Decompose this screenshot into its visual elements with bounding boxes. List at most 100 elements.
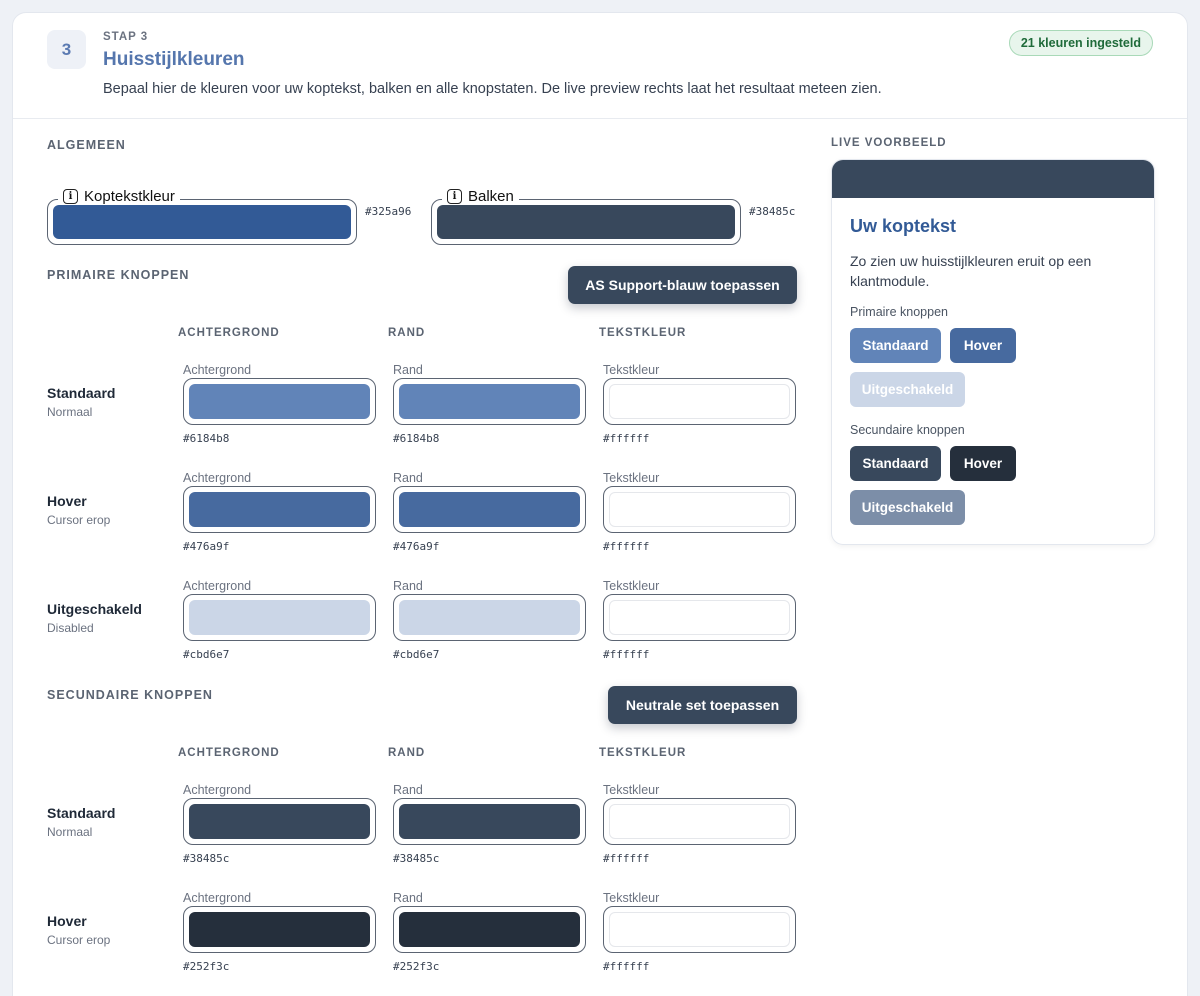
preview-text: Zo zien uw huisstijlkleuren eruit op een…: [850, 253, 1092, 289]
color-fill[interactable]: [399, 912, 580, 947]
heading-color-hex: #325a96: [365, 205, 412, 218]
border-hex-value: #252f3c: [393, 960, 440, 973]
color-fill[interactable]: [609, 492, 790, 527]
text-hex-value: #ffffff: [603, 852, 650, 865]
background-color-swatch[interactable]: [183, 906, 376, 953]
text-color-swatch[interactable]: [603, 906, 796, 953]
border-color-swatch[interactable]: [393, 798, 586, 845]
preview-primary-hover-button[interactable]: Hover: [950, 328, 1016, 363]
heading-color-swatch[interactable]: [53, 205, 351, 239]
text-field-label: Tekstkleur: [603, 579, 660, 593]
color-fill[interactable]: [399, 384, 580, 419]
border-hex-value: #cbd6e7: [393, 648, 440, 661]
color-fill[interactable]: [399, 804, 580, 839]
border-field-label: Rand: [393, 579, 423, 593]
preview-title: LIVE VOORBEELD: [831, 137, 947, 149]
apply-secondary-preset-button[interactable]: Neutrale set toepassen: [608, 686, 797, 724]
col-head-text: TEKSTKLEUR: [599, 747, 687, 759]
col-head-background: ACHTERGROND: [178, 327, 280, 339]
border-hex-value: #6184b8: [393, 432, 440, 445]
color-fill[interactable]: [609, 600, 790, 635]
step-label: STAP 3: [103, 31, 149, 43]
row-name: Uitgeschakeld: [47, 601, 142, 617]
settings-card: 3 STAP 3 Huisstijlkleuren Bepaal hier de…: [12, 12, 1188, 996]
col-head-border: RAND: [388, 747, 426, 759]
preview-primary-disabled-button: Uitgeschakeld: [850, 372, 965, 407]
status-badge: 21 kleuren ingesteld: [1008, 30, 1153, 56]
page-title: Huisstijlkleuren: [103, 49, 245, 70]
border-field-label: Rand: [393, 891, 423, 905]
heading-color-label: Koptekstkleur: [84, 188, 175, 205]
info-icon[interactable]: i: [63, 189, 78, 204]
row-name: Standaard: [47, 805, 116, 821]
row-name: Hover: [47, 493, 87, 509]
color-fill[interactable]: [189, 912, 370, 947]
border-color-swatch[interactable]: [393, 906, 586, 953]
background-field-label: Achtergrond: [183, 783, 252, 797]
background-field-label: Achtergrond: [183, 471, 252, 485]
heading-color-legend: i Koptekstkleur: [58, 188, 180, 205]
border-hex-value: #38485c: [393, 852, 440, 865]
background-color-swatch[interactable]: [183, 378, 376, 425]
preview-primary-standard-button[interactable]: Standaard: [850, 328, 941, 363]
row-subtitle: Normaal: [47, 405, 93, 419]
text-hex-value: #ffffff: [603, 540, 650, 553]
preview-secondary-disabled-button: Uitgeschakeld: [850, 490, 965, 525]
background-hex-value: #252f3c: [183, 960, 230, 973]
border-color-swatch[interactable]: [393, 486, 586, 533]
live-preview: Uw koptekst Zo zien uw huisstijlkleuren …: [831, 159, 1155, 545]
text-hex-value: #ffffff: [603, 648, 650, 661]
color-fill[interactable]: [399, 492, 580, 527]
background-hex-value: #476a9f: [183, 540, 230, 553]
bars-color-swatch[interactable]: [437, 205, 735, 239]
section-title-secondary: SECUNDAIRE KNOPPEN: [47, 688, 213, 702]
preview-secondary-label: Secundaire knoppen: [850, 423, 965, 437]
bars-color-field[interactable]: i Balken: [431, 188, 741, 245]
color-fill[interactable]: [189, 492, 370, 527]
color-fill[interactable]: [399, 600, 580, 635]
text-field-label: Tekstkleur: [603, 783, 660, 797]
text-color-swatch[interactable]: [603, 486, 796, 533]
apply-primary-preset-button[interactable]: AS Support-blauw toepassen: [568, 266, 797, 304]
section-title-primary: PRIMAIRE KNOPPEN: [47, 268, 190, 282]
step-description: Bepaal hier de kleuren voor uw koptekst,…: [103, 81, 882, 97]
text-color-swatch[interactable]: [603, 798, 796, 845]
background-color-swatch[interactable]: [183, 798, 376, 845]
text-color-swatch[interactable]: [603, 594, 796, 641]
color-fill[interactable]: [609, 384, 790, 419]
row-subtitle: Cursor erop: [47, 513, 111, 527]
color-fill[interactable]: [189, 804, 370, 839]
preview-primary-label: Primaire knoppen: [850, 305, 948, 319]
border-color-swatch[interactable]: [393, 594, 586, 641]
text-hex-value: #ffffff: [603, 432, 650, 445]
text-field-label: Tekstkleur: [603, 363, 660, 377]
text-field-label: Tekstkleur: [603, 471, 660, 485]
preview-secondary-standard-button[interactable]: Standaard: [850, 446, 941, 481]
preview-secondary-hover-button[interactable]: Hover: [950, 446, 1016, 481]
heading-color-field[interactable]: i Koptekstkleur: [47, 188, 357, 245]
col-head-border: RAND: [388, 327, 426, 339]
background-field-label: Achtergrond: [183, 579, 252, 593]
color-fill[interactable]: [189, 600, 370, 635]
background-color-swatch[interactable]: [183, 486, 376, 533]
row-subtitle: Normaal: [47, 825, 93, 839]
bars-color-label: Balken: [468, 188, 514, 205]
text-color-swatch[interactable]: [603, 378, 796, 425]
background-color-swatch[interactable]: [183, 594, 376, 641]
info-icon[interactable]: i: [447, 189, 462, 204]
color-fill[interactable]: [189, 384, 370, 419]
background-hex-value: #cbd6e7: [183, 648, 230, 661]
border-field-label: Rand: [393, 363, 423, 377]
preview-bar: [832, 160, 1154, 198]
background-field-label: Achtergrond: [183, 363, 252, 377]
text-hex-value: #ffffff: [603, 960, 650, 973]
color-fill[interactable]: [609, 912, 790, 947]
row-name: Standaard: [47, 385, 116, 401]
step-number: 3: [47, 30, 86, 69]
bars-color-hex: #38485c: [749, 205, 796, 218]
border-color-swatch[interactable]: [393, 378, 586, 425]
step-header: 3 STAP 3 Huisstijlkleuren Bepaal hier de…: [13, 13, 1187, 119]
row-subtitle: Cursor erop: [47, 933, 111, 947]
text-field-label: Tekstkleur: [603, 891, 660, 905]
color-fill[interactable]: [609, 804, 790, 839]
